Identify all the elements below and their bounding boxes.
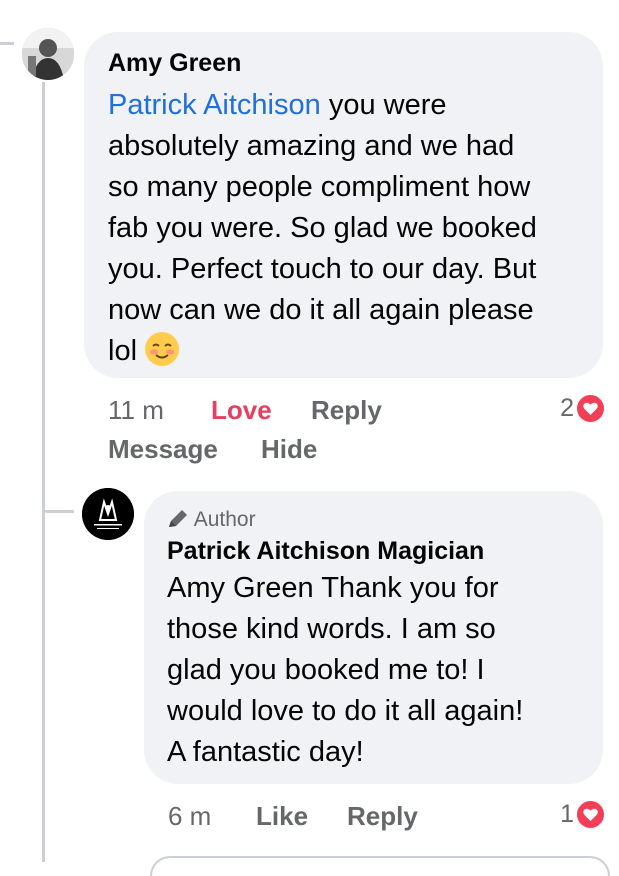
heart-icon: [575, 799, 606, 830]
reply-text: Amy Green Thank you for those kind words…: [167, 568, 583, 773]
comment-text-line: you. Perfect touch to our day. But: [108, 253, 537, 285]
smiling-blush-emoji-icon: [145, 332, 180, 366]
hide-button[interactable]: Hide: [261, 434, 317, 465]
reply-text-line: those kind words. I am so: [167, 613, 496, 645]
reply-reaction-summary[interactable]: 1: [520, 799, 606, 832]
heart-icon: [575, 393, 606, 424]
avatar-photo-icon: [22, 28, 74, 80]
author-badge-label: Author: [193, 508, 256, 531]
reaction-summary[interactable]: 2: [520, 393, 606, 426]
thread-line-branch: [44, 510, 74, 513]
reply-button[interactable]: Reply: [347, 801, 418, 832]
avatar[interactable]: [22, 28, 74, 80]
reaction-count: 2: [560, 394, 574, 422]
comment-actions: 11 m Love Reply Message Hide: [108, 395, 528, 475]
comment-text-line: absolutely amazing and we had: [108, 130, 515, 162]
thread-line-top: [0, 42, 14, 45]
page-avatar[interactable]: [82, 488, 134, 540]
mention-link[interactable]: Patrick Aitchison: [108, 89, 321, 121]
reply-text-line: Amy Green Thank you for: [167, 572, 499, 604]
next-item-edge: [150, 856, 610, 876]
comment-bubble: Amy Green Patrick Aitchison you were abs…: [84, 32, 603, 378]
comment-text: Patrick Aitchison you were absolutely am…: [108, 85, 583, 372]
author-badge: Author: [167, 507, 583, 533]
reply-bubble: Author Patrick Aitchison Magician Amy Gr…: [144, 491, 603, 784]
comment-text-line: you were: [320, 89, 447, 121]
comment-text-line: lol: [108, 335, 138, 367]
reply-text-line: glad you booked me to! I: [167, 654, 485, 686]
reaction-count: 1: [560, 800, 574, 828]
reply-author[interactable]: Patrick Aitchison Magician: [167, 536, 583, 566]
love-button[interactable]: Love: [211, 395, 272, 426]
pencil-icon: [169, 510, 187, 527]
magician-logo-icon: [82, 488, 134, 540]
reply-actions: 6 m Like Reply: [168, 801, 468, 837]
comment-timestamp[interactable]: 11 m: [108, 395, 164, 426]
reply-timestamp[interactable]: 6 m: [168, 801, 211, 832]
comment-text-line: now can we do it all again please: [108, 294, 534, 326]
comment-text-line: fab you were. So glad we booked: [108, 212, 537, 244]
comment-text-line: so many people compliment how: [108, 171, 531, 203]
comment-author[interactable]: Amy Green: [108, 48, 583, 78]
reply-button[interactable]: Reply: [311, 395, 382, 426]
reply-text-line: would love to do it all again!: [167, 695, 524, 727]
thread-line-vertical: [42, 82, 45, 862]
message-button[interactable]: Message: [108, 434, 218, 465]
reply-text-line: A fantastic day!: [167, 736, 364, 768]
like-button[interactable]: Like: [256, 801, 308, 832]
